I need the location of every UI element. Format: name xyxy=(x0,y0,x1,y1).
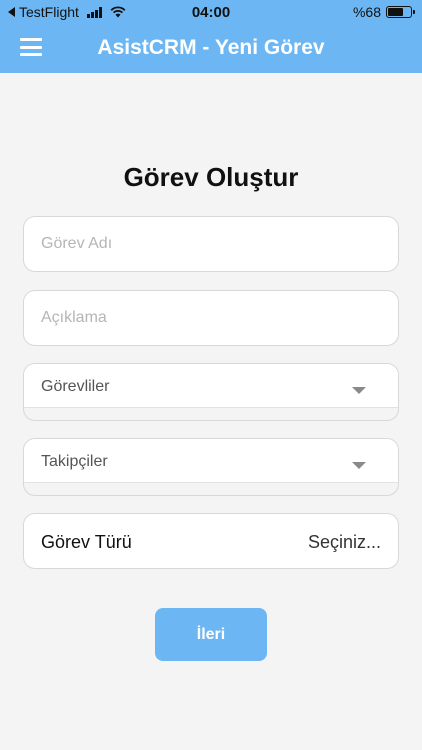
next-button[interactable]: İleri xyxy=(155,608,267,661)
status-right: %68 xyxy=(352,4,415,20)
assignees-dropdown-header[interactable]: Görevliler xyxy=(24,364,398,408)
task-name-input[interactable] xyxy=(24,217,398,271)
task-name-field xyxy=(23,216,399,272)
task-type-label: Görev Türü xyxy=(41,532,132,552)
battery-icon xyxy=(386,6,415,18)
battery-percent: %68 xyxy=(352,4,381,20)
description-input[interactable] xyxy=(24,291,398,345)
battery-level xyxy=(388,8,403,16)
app-title: AsistCRM - Yeni Görev xyxy=(97,36,325,59)
app-header: TestFlight 04:00 %68 AsistCRM - Yeni Gör… xyxy=(0,0,422,73)
followers-label: Takipçiler xyxy=(41,453,108,470)
caret-down-icon[interactable] xyxy=(352,462,366,469)
page-title: Görev Oluştur xyxy=(123,162,299,192)
assignees-label: Görevliler xyxy=(41,378,110,395)
followers-dropdown-header[interactable]: Takipçiler xyxy=(24,439,398,483)
task-type-value[interactable]: Seçiniz... xyxy=(308,532,381,553)
followers-dropdown[interactable]: Takipçiler xyxy=(23,438,399,496)
status-bar: TestFlight 04:00 %68 xyxy=(0,0,422,24)
assignees-dropdown[interactable]: Görevliler xyxy=(23,363,399,421)
caret-down-icon[interactable] xyxy=(352,387,366,394)
task-type-select[interactable]: Görev Türü Seçiniz... xyxy=(23,513,399,569)
description-field xyxy=(23,290,399,346)
